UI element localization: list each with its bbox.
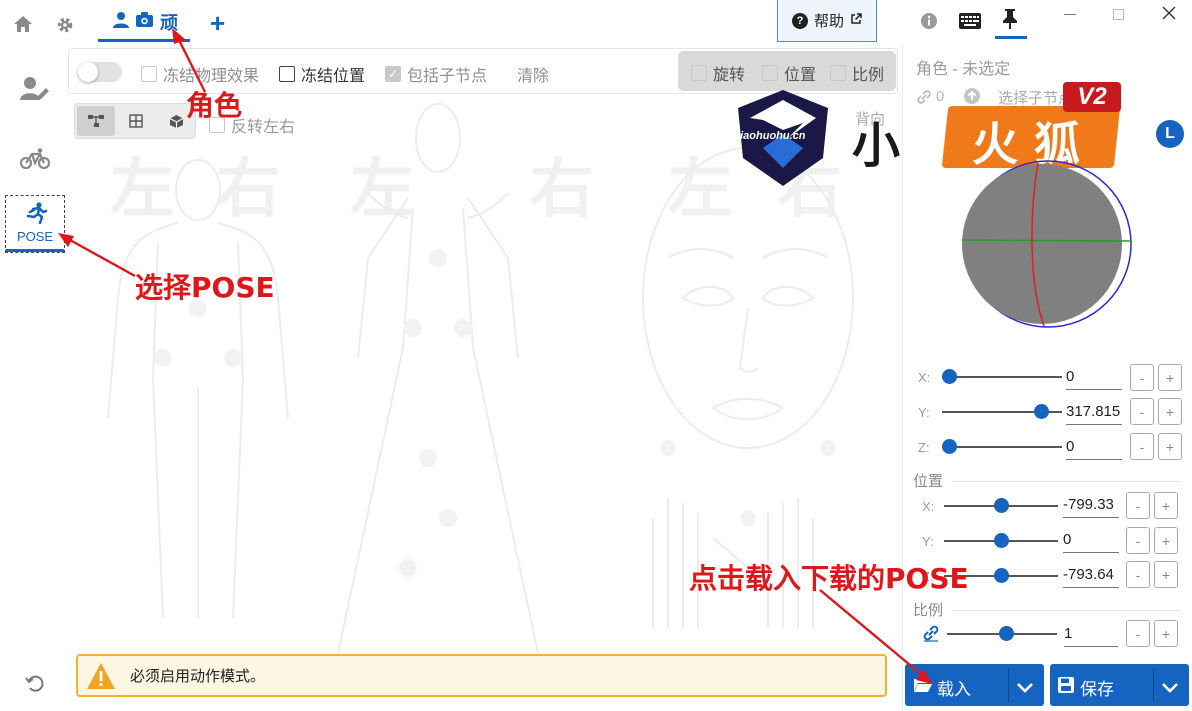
annotation-role: 角色 xyxy=(186,89,243,122)
annotation-arrows xyxy=(58,28,932,684)
annotation-load-hint: 点击载入下载的POSE xyxy=(689,562,969,595)
annotation-select-pose: 选择POSE xyxy=(135,271,275,304)
